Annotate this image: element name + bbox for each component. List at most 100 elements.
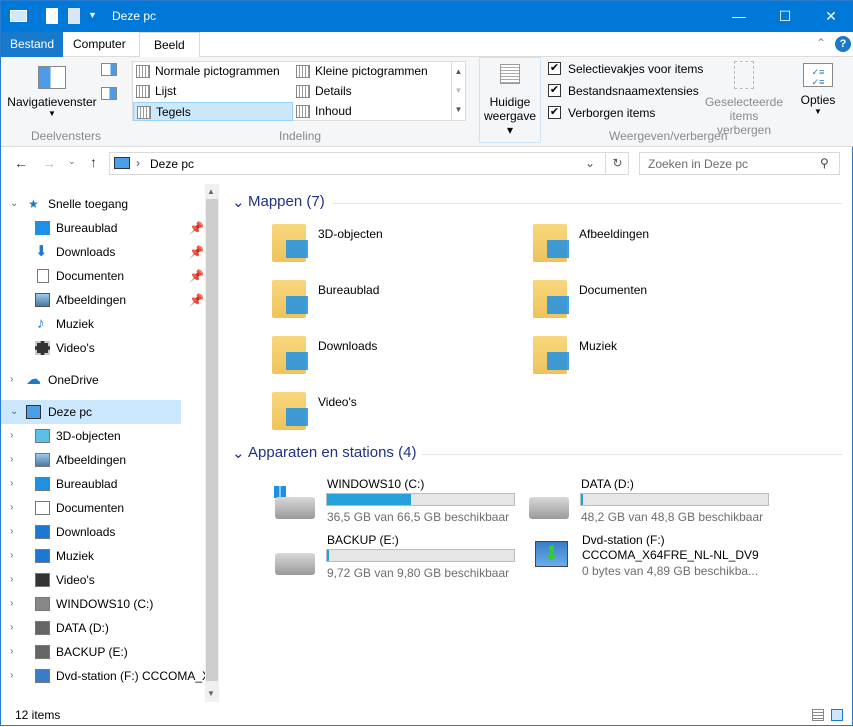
drive-usage-bar	[580, 493, 769, 506]
hide-selected-icon	[734, 61, 754, 89]
nav-onedrive[interactable]: › ☁ OneDrive	[1, 368, 205, 392]
nav-pc-item[interactable]: › Downloads	[1, 520, 205, 544]
folder-tile[interactable]: 3D-objecten	[272, 218, 472, 266]
drive-tile-c[interactable]: WINDOWS10 (C:) 36,5 GB van 66,5 GB besch…	[274, 477, 515, 527]
scroll-up-arrow[interactable]: ▲	[207, 187, 215, 196]
layout-icon	[136, 85, 150, 98]
music-icon: ♪	[37, 315, 45, 332]
navigation-pane-button[interactable]: Navigatievenster ▼	[6, 61, 98, 125]
hide-selected-button[interactable]: Geselecteerde items verbergen	[701, 61, 787, 137]
pin-icon[interactable]: 📌	[189, 216, 204, 240]
nav-pc-item[interactable]: ›Dvd-station (F:) CCCOMA_X64FRE_NL-NL_DV…	[1, 664, 205, 688]
nav-pc-item[interactable]: › DATA (D:)	[1, 616, 205, 640]
tab-beeld[interactable]: Beeld	[139, 32, 200, 58]
drive-tile-e[interactable]: BACKUP (E:) 9,72 GB van 9,80 GB beschikb…	[275, 533, 515, 583]
section-header-apparaten[interactable]: Apparaten en stations (4)	[248, 444, 416, 461]
properties-icon[interactable]	[46, 8, 58, 24]
folder-tile[interactable]: Afbeeldingen	[533, 218, 733, 266]
layout-icon	[136, 65, 150, 78]
hard-drive-icon	[529, 497, 569, 519]
nav-quick-access[interactable]: ⌄ ★ Snelle toegang	[1, 192, 205, 216]
drive-tile-d[interactable]: DATA (D:) 48,2 GB van 48,8 GB beschikbaa…	[529, 477, 789, 527]
checkbox[interactable]: ✔	[548, 84, 561, 97]
new-folder-icon[interactable]	[68, 8, 80, 24]
video-icon	[35, 341, 50, 355]
maximize-button[interactable]: ☐	[762, 1, 808, 32]
minimize-button[interactable]: —	[716, 1, 762, 32]
nav-quick-bureaublad[interactable]: Bureaublad 📌	[1, 216, 205, 240]
recent-locations-dropdown[interactable]: ⌄	[68, 156, 76, 167]
layout-kleine-pictogrammen[interactable]: Kleine pictogrammen	[293, 62, 453, 81]
nav-pc-item[interactable]: › Muziek	[1, 544, 205, 568]
tab-bestand[interactable]: Bestand	[1, 32, 64, 57]
layout-tegels[interactable]: Tegels	[133, 102, 293, 121]
pin-icon[interactable]: 📌	[189, 240, 204, 264]
pictures-icon	[547, 240, 569, 258]
nav-pc-item[interactable]: › Documenten	[1, 496, 205, 520]
divider	[422, 454, 842, 455]
dvd-drive-icon	[35, 669, 50, 683]
tab-computer[interactable]: Computer	[59, 32, 140, 57]
folder-tile[interactable]: Downloads	[272, 330, 472, 378]
large-icons-view-icon[interactable]	[831, 709, 843, 721]
document-icon	[37, 269, 49, 283]
section-header-mappen[interactable]: Mappen (7)	[248, 193, 325, 210]
drive-tile-f[interactable]: ⬇ Dvd-station (F:) CCCOMA_X64FRE_NL-NL_D…	[535, 533, 795, 583]
layout-lijst[interactable]: Lijst	[133, 82, 293, 101]
checkbox[interactable]: ✔	[548, 106, 561, 119]
folder-tile[interactable]: Documenten	[533, 274, 733, 322]
current-view-button[interactable]: Huidige weergave ▾	[479, 57, 541, 143]
details-view-icon[interactable]	[812, 709, 824, 721]
layout-normale-pictogrammen[interactable]: Normale pictogrammen	[133, 62, 293, 81]
quick-access-dropdown[interactable]: ▼	[88, 10, 97, 20]
nav-pc-item[interactable]: › 3D-objecten	[1, 424, 205, 448]
nav-pc-item[interactable]: › WINDOWS10 (C:)	[1, 592, 205, 616]
nav-quick-downloads[interactable]: ⬇ Downloads 📌	[1, 240, 205, 264]
folder-tile[interactable]: Muziek	[533, 330, 733, 378]
details-pane-icon[interactable]	[101, 87, 117, 100]
checkbox[interactable]: ✔	[548, 62, 561, 75]
divider	[332, 203, 842, 204]
layout-details[interactable]: Details	[293, 82, 453, 101]
drive-usage-bar	[326, 493, 515, 506]
ribbon-tabs: Bestand Computer Beeld ⌃ ?	[1, 32, 853, 58]
close-button[interactable]: ✕	[808, 1, 853, 32]
nav-scrollbar-thumb[interactable]	[206, 199, 218, 681]
help-icon[interactable]: ?	[835, 36, 851, 52]
nav-deze-pc[interactable]: ⌄ Deze pc	[1, 400, 181, 424]
refresh-icon[interactable]: ↻	[605, 153, 629, 174]
nav-pc-item[interactable]: › Video's	[1, 568, 205, 592]
section-toggle-apparaten[interactable]: ⌄	[232, 444, 245, 462]
current-view-icon	[500, 64, 520, 84]
gallery-scroll[interactable]: ▲ ▼ ▼	[451, 62, 465, 120]
options-icon: ✓≡ ✓≡	[803, 63, 833, 87]
nav-pc-item[interactable]: › Afbeeldingen	[1, 448, 205, 472]
options-button[interactable]: ✓≡ ✓≡ Opties ▼	[796, 63, 840, 116]
address-input[interactable]: › Deze pc ⌄ ↻	[109, 152, 629, 175]
preview-pane-icon[interactable]	[101, 63, 117, 76]
scroll-down-arrow[interactable]: ▼	[207, 689, 215, 698]
folder-tile[interactable]: Bureaublad	[272, 274, 472, 322]
nav-quick-afbeeldingen[interactable]: Afbeeldingen 📌	[1, 288, 205, 312]
folder-tile[interactable]: Video's	[272, 386, 472, 434]
up-button[interactable]: ↑	[90, 154, 97, 170]
nav-quick-muziek[interactable]: ♪ Muziek	[1, 312, 205, 336]
search-icon: ⚲	[820, 156, 829, 170]
nav-pc-item[interactable]: › BACKUP (E:)	[1, 640, 205, 664]
video-icon	[35, 573, 50, 587]
forward-button[interactable]: →	[42, 155, 56, 171]
drive-usage-bar	[326, 549, 515, 562]
section-toggle-mappen[interactable]: ⌄	[232, 193, 245, 211]
pin-icon[interactable]: 📌	[189, 264, 204, 288]
pin-icon[interactable]: 📌	[189, 288, 204, 312]
nav-quick-documenten[interactable]: Documenten 📌	[1, 264, 205, 288]
music-icon	[547, 352, 569, 370]
back-button[interactable]: ←	[14, 155, 28, 171]
nav-pc-item[interactable]: › Bureaublad	[1, 472, 205, 496]
collapse-ribbon-icon[interactable]: ⌃	[816, 36, 826, 50]
layout-inhoud[interactable]: Inhoud	[293, 102, 453, 121]
nav-quick-videos[interactable]: Video's	[1, 336, 205, 360]
address-dropdown-icon[interactable]: ⌄	[585, 156, 595, 170]
search-input[interactable]: Zoeken in Deze pc ⚲	[639, 152, 840, 175]
ribbon: Navigatievenster ▼ Deelvensters Normale …	[1, 57, 853, 147]
